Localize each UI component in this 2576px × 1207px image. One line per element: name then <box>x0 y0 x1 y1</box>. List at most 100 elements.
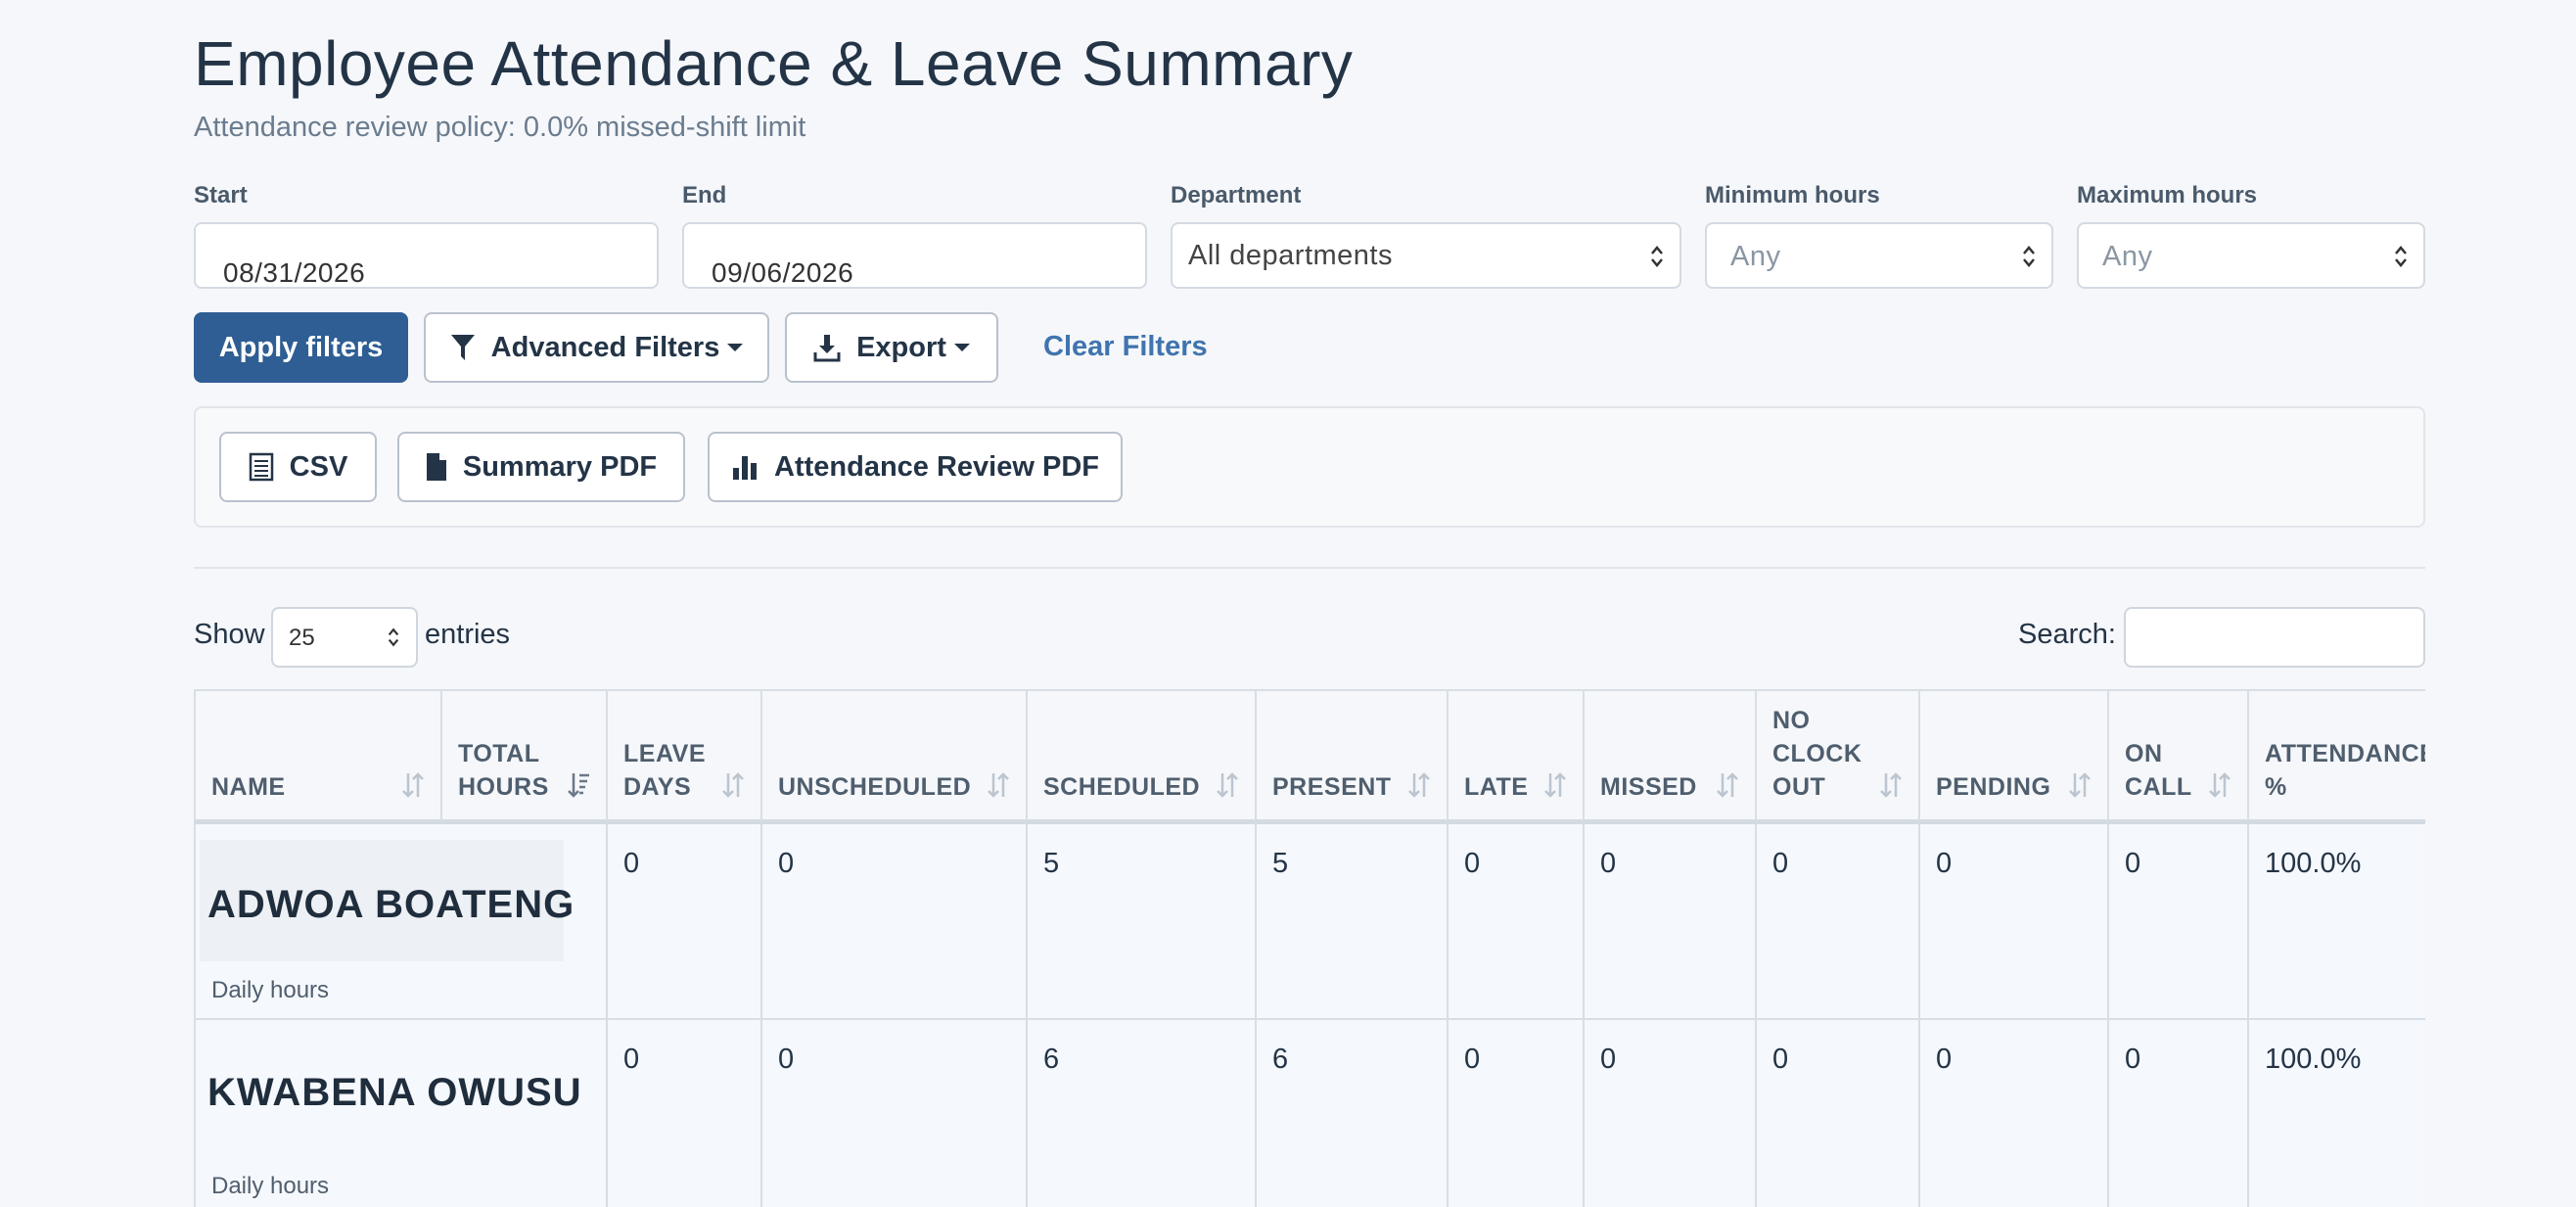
scheduled-cell: 6 <box>1026 1020 1255 1207</box>
column-header-no-clock-out[interactable]: NO CLOCK OUT <box>1755 691 1918 821</box>
column-label: LATE <box>1464 773 1529 801</box>
total-hours-cell <box>440 1020 606 1207</box>
late-cell: 0 <box>1447 824 1583 1020</box>
sort-icon <box>2069 772 2091 798</box>
clear-filters-link[interactable]: Clear Filters <box>1043 331 1208 363</box>
pending-cell: 0 <box>1918 1020 2107 1207</box>
download-icon <box>813 333 841 362</box>
stepper-icon[interactable] <box>2020 242 2038 271</box>
search-input[interactable] <box>2124 607 2425 668</box>
cell-value: 0 <box>778 1044 795 1075</box>
cell-value: 0 <box>1600 848 1617 879</box>
sort-icon <box>1880 772 1902 798</box>
entries-label: entries <box>425 619 511 650</box>
cell-value: 5 <box>1043 848 1060 879</box>
column-label: NAME <box>211 773 286 801</box>
column-header-name[interactable]: NAME <box>194 691 440 821</box>
cell-value: 6 <box>1043 1044 1060 1075</box>
export-label: Export <box>856 331 946 363</box>
sort-icon <box>1408 772 1430 798</box>
sort-icon <box>2209 772 2231 798</box>
attendance-cell: 100.0% <box>2247 1020 2425 1207</box>
department-value: All departments <box>1188 240 1393 271</box>
cell-value: 0 <box>623 848 640 879</box>
column-header-pending[interactable]: PENDING <box>1918 691 2107 821</box>
cell-value: 0 <box>1772 1044 1789 1075</box>
end-label: End <box>682 182 727 209</box>
column-label: TOTAL HOURS <box>458 740 549 801</box>
table-header: NAME TOTAL HOURS LEAVE DAYS UNSCHEDULED … <box>194 689 2425 824</box>
column-label: PRESENT <box>1272 773 1392 801</box>
apply-filters-button[interactable]: Apply filters <box>194 312 408 383</box>
filter-icon <box>450 333 476 362</box>
column-label: ON CALL <box>2125 740 2192 801</box>
bar-chart-icon <box>731 452 759 482</box>
attendance-review-pdf-button[interactable]: Attendance Review PDF <box>708 432 1123 502</box>
present-cell: 5 <box>1255 824 1447 1020</box>
chevron-down-icon <box>953 344 970 351</box>
on-call-cell: 0 <box>2107 1020 2247 1207</box>
pending-cell: 0 <box>1918 824 2107 1020</box>
end-date-value: 09/06/2026 <box>712 257 854 288</box>
attendance-table: NAME TOTAL HOURS LEAVE DAYS UNSCHEDULED … <box>194 689 2425 1207</box>
cell-value: 0 <box>2125 1044 2141 1075</box>
column-header-missed[interactable]: MISSED <box>1583 691 1755 821</box>
review-pdf-label: Attendance Review PDF <box>774 450 1099 483</box>
sort-icon <box>722 772 744 798</box>
policy-subtitle: Attendance review policy: 0.0% missed-sh… <box>194 112 806 143</box>
sort-desc-icon <box>568 773 589 798</box>
column-header-unscheduled[interactable]: UNSCHEDULED <box>760 691 1026 821</box>
column-header-attendance[interactable]: ATTENDANCE % <box>2247 691 2425 821</box>
column-header-total-hours[interactable]: TOTAL HOURS <box>440 691 606 821</box>
sort-icon <box>402 772 424 798</box>
column-header-on-call[interactable]: ON CALL <box>2107 691 2247 821</box>
start-date-input[interactable]: 08/31/2026 <box>194 222 659 289</box>
column-header-present[interactable]: PRESENT <box>1255 691 1447 821</box>
apply-filters-label: Apply filters <box>218 331 384 363</box>
min-hours-label: Minimum hours <box>1705 182 1880 209</box>
file-icon <box>426 452 447 482</box>
daily-hours-label: Daily hours <box>211 977 330 1003</box>
scheduled-cell: 5 <box>1026 824 1255 1020</box>
max-hours-label: Maximum hours <box>2077 182 2258 209</box>
end-date-input[interactable]: 09/06/2026 <box>682 222 1147 289</box>
cell-value: 0 <box>623 1044 640 1075</box>
max-hours-input[interactable]: Any <box>2077 222 2425 289</box>
advanced-filters-button[interactable]: Advanced Filters <box>424 312 769 383</box>
on-call-cell: 0 <box>2107 824 2247 1020</box>
cell-value: 100.0% <box>2265 1044 2362 1075</box>
export-button[interactable]: Export <box>785 312 998 383</box>
column-header-leave-days[interactable]: LEAVE DAYS <box>606 691 760 821</box>
column-label: PENDING <box>1936 773 2051 801</box>
cell-value: 6 <box>1272 1044 1289 1075</box>
csv-export-button[interactable]: CSV <box>219 432 377 502</box>
select-arrows-icon <box>388 627 399 647</box>
leave-days-cell: 0 <box>606 1020 760 1207</box>
chevron-down-icon <box>727 344 744 351</box>
column-label: LEAVE DAYS <box>623 740 706 801</box>
department-select[interactable]: All departments <box>1171 222 1681 289</box>
cell-value: 100.0% <box>2265 848 2362 879</box>
column-header-scheduled[interactable]: SCHEDULED <box>1026 691 1255 821</box>
cell-value: 0 <box>2125 848 2141 879</box>
min-hours-input[interactable]: Any <box>1705 222 2053 289</box>
column-header-late[interactable]: LATE <box>1447 691 1583 821</box>
advanced-filters-label: Advanced Filters <box>490 331 720 363</box>
leave-days-cell: 0 <box>606 824 760 1020</box>
cell-value: 5 <box>1272 848 1289 879</box>
table-row[interactable]: ADWOA BOATENG Daily hours 0 0 5 5 0 0 0 … <box>194 824 2425 1020</box>
stepper-icon[interactable] <box>2392 242 2410 271</box>
sort-icon <box>1544 772 1566 798</box>
no-clock-out-cell: 0 <box>1755 824 1918 1020</box>
csv-file-icon <box>249 452 274 482</box>
page-length-select[interactable]: 25 <box>271 607 418 668</box>
cell-value: 0 <box>1772 848 1789 879</box>
column-label: MISSED <box>1600 773 1697 801</box>
select-arrows-icon <box>1651 246 1663 267</box>
no-clock-out-cell: 0 <box>1755 1020 1918 1207</box>
summary-pdf-button[interactable]: Summary PDF <box>397 432 685 502</box>
name-cell: ADWOA BOATENG Daily hours <box>194 824 574 1020</box>
table-row[interactable]: KWABENA OWUSU Daily hours 0 0 6 6 0 0 0 … <box>194 1020 2425 1207</box>
unscheduled-cell: 0 <box>760 1020 1026 1207</box>
cell-value: 0 <box>1936 848 1953 879</box>
